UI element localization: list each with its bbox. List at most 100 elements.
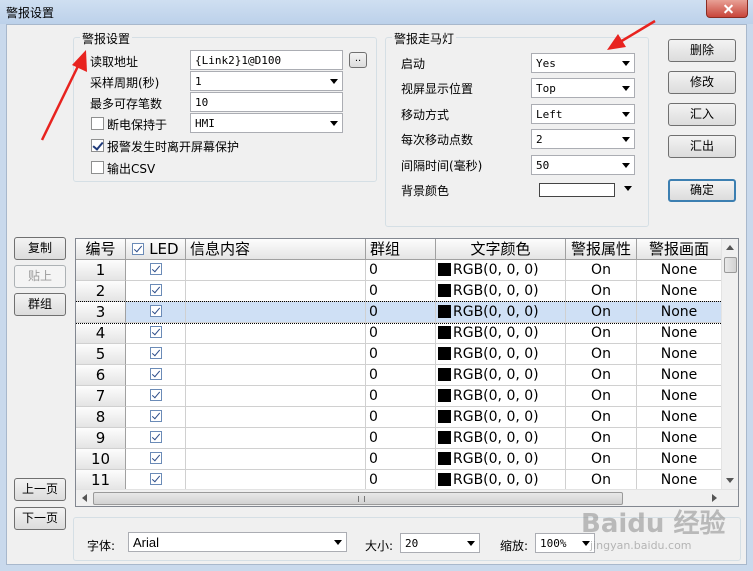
text-color-cell[interactable]: RGB(0, 0, 0) [436, 323, 566, 344]
group-cell[interactable]: 0 [366, 323, 436, 344]
alarm-screen-cell[interactable]: None [637, 302, 722, 323]
led-cell[interactable] [126, 470, 186, 491]
row-number-cell[interactable]: 4 [76, 323, 126, 344]
message-cell[interactable] [186, 470, 366, 491]
message-cell[interactable] [186, 428, 366, 449]
interval-select[interactable]: 50 [531, 155, 635, 175]
column-header-led[interactable]: LED [126, 239, 186, 260]
checkbox-icon[interactable] [149, 284, 162, 296]
led-cell[interactable] [126, 302, 186, 323]
alarm-attr-cell[interactable]: On [566, 365, 637, 386]
checkbox-icon[interactable] [149, 473, 162, 485]
table-row[interactable]: 4 0 RGB(0, 0, 0) On None [76, 323, 722, 344]
led-cell[interactable] [126, 281, 186, 302]
checkbox-icon[interactable] [132, 242, 145, 255]
row-number-cell[interactable]: 8 [76, 407, 126, 428]
checkbox-icon[interactable] [149, 347, 162, 359]
move-mode-select[interactable]: Left [531, 104, 635, 124]
row-number-cell[interactable]: 10 [76, 449, 126, 470]
import-button[interactable]: 汇入 [668, 103, 736, 126]
message-cell[interactable] [186, 407, 366, 428]
column-header-text-color[interactable]: 文字颜色 [436, 239, 566, 260]
group-cell[interactable]: 0 [366, 428, 436, 449]
power-off-checkbox[interactable] [91, 117, 104, 130]
column-header-alarm-screen[interactable]: 警报画面 [637, 239, 722, 260]
group-cell[interactable]: 0 [366, 407, 436, 428]
row-number-cell[interactable]: 11 [76, 470, 126, 491]
message-cell[interactable] [186, 365, 366, 386]
text-color-cell[interactable]: RGB(0, 0, 0) [436, 470, 566, 491]
checkbox-icon[interactable] [149, 452, 162, 464]
alarm-attr-cell[interactable]: On [566, 344, 637, 365]
row-number-cell[interactable]: 9 [76, 428, 126, 449]
alarm-attr-cell[interactable]: On [566, 281, 637, 302]
alarm-attr-cell[interactable]: On [566, 470, 637, 491]
close-icon[interactable] [706, 0, 748, 18]
power-off-select[interactable]: HMI [190, 113, 343, 133]
table-row[interactable]: 9 0 RGB(0, 0, 0) On None [76, 428, 722, 449]
text-color-cell[interactable]: RGB(0, 0, 0) [436, 407, 566, 428]
export-button[interactable]: 汇出 [668, 135, 736, 158]
message-cell[interactable] [186, 344, 366, 365]
text-color-cell[interactable]: RGB(0, 0, 0) [436, 449, 566, 470]
text-color-cell[interactable]: RGB(0, 0, 0) [436, 344, 566, 365]
checkbox-icon[interactable] [149, 368, 162, 380]
row-number-cell[interactable]: 1 [76, 260, 126, 281]
checkbox-icon[interactable] [149, 410, 162, 422]
table-row[interactable]: 1 0 RGB(0, 0, 0) On None [76, 260, 722, 281]
checkbox-icon[interactable] [149, 305, 162, 317]
group-cell[interactable]: 0 [366, 281, 436, 302]
table-row[interactable]: 7 0 RGB(0, 0, 0) On None [76, 386, 722, 407]
alarm-attr-cell[interactable]: On [566, 449, 637, 470]
checkbox-icon[interactable] [149, 326, 162, 338]
message-cell[interactable] [186, 386, 366, 407]
led-cell[interactable] [126, 344, 186, 365]
led-cell[interactable] [126, 407, 186, 428]
alarm-screen-cell[interactable]: None [637, 449, 722, 470]
protect-checkbox[interactable] [91, 139, 104, 152]
led-cell[interactable] [126, 323, 186, 344]
table-row[interactable]: 2 0 RGB(0, 0, 0) On None [76, 281, 722, 302]
led-cell[interactable] [126, 260, 186, 281]
alarm-screen-cell[interactable]: None [637, 428, 722, 449]
table-row[interactable]: 6 0 RGB(0, 0, 0) On None [76, 365, 722, 386]
text-color-cell[interactable]: RGB(0, 0, 0) [436, 428, 566, 449]
font-select[interactable]: Arial [128, 532, 347, 552]
row-number-cell[interactable]: 2 [76, 281, 126, 302]
move-points-select[interactable]: 2 [531, 129, 635, 149]
column-header-group[interactable]: 群组 [366, 239, 436, 260]
table-row[interactable]: 8 0 RGB(0, 0, 0) On None [76, 407, 722, 428]
alarm-screen-cell[interactable]: None [637, 344, 722, 365]
scroll-arrow-icon[interactable] [726, 478, 734, 483]
alarm-attr-cell[interactable]: On [566, 407, 637, 428]
text-color-cell[interactable]: RGB(0, 0, 0) [436, 386, 566, 407]
group-cell[interactable]: 0 [366, 470, 436, 491]
scroll-arrow-icon[interactable] [82, 494, 87, 502]
alarm-screen-cell[interactable]: None [637, 260, 722, 281]
message-cell[interactable] [186, 281, 366, 302]
scroll-arrow-icon[interactable] [712, 494, 717, 502]
bg-color-swatch[interactable] [539, 183, 615, 197]
table-row[interactable]: 3 0 RGB(0, 0, 0) On None [76, 301, 723, 324]
table-row[interactable]: 11 0 RGB(0, 0, 0) On None [76, 470, 722, 491]
checkbox-icon[interactable] [149, 389, 162, 401]
horizontal-scroll-thumb[interactable] [93, 492, 623, 505]
scroll-arrow-icon[interactable] [726, 245, 734, 250]
max-records-input[interactable]: 10 [190, 92, 343, 112]
alarm-screen-cell[interactable]: None [637, 386, 722, 407]
text-color-cell[interactable]: RGB(0, 0, 0) [436, 365, 566, 386]
row-number-cell[interactable]: 3 [76, 302, 126, 323]
browse-address-button[interactable]: .. [349, 52, 367, 68]
size-select[interactable]: 20 [400, 533, 480, 553]
led-cell[interactable] [126, 428, 186, 449]
read-address-input[interactable]: {Link2}1@D100 [190, 50, 343, 70]
marquee-enable-select[interactable]: Yes [531, 53, 635, 73]
text-color-cell[interactable]: RGB(0, 0, 0) [436, 260, 566, 281]
delete-button[interactable]: 删除 [668, 39, 736, 62]
screen-position-select[interactable]: Top [531, 78, 635, 98]
modify-button[interactable]: 修改 [668, 71, 736, 94]
group-cell[interactable]: 0 [366, 302, 436, 323]
alarm-screen-cell[interactable]: None [637, 281, 722, 302]
vertical-scroll-thumb[interactable] [724, 257, 737, 273]
table-row[interactable]: 10 0 RGB(0, 0, 0) On None [76, 449, 722, 470]
